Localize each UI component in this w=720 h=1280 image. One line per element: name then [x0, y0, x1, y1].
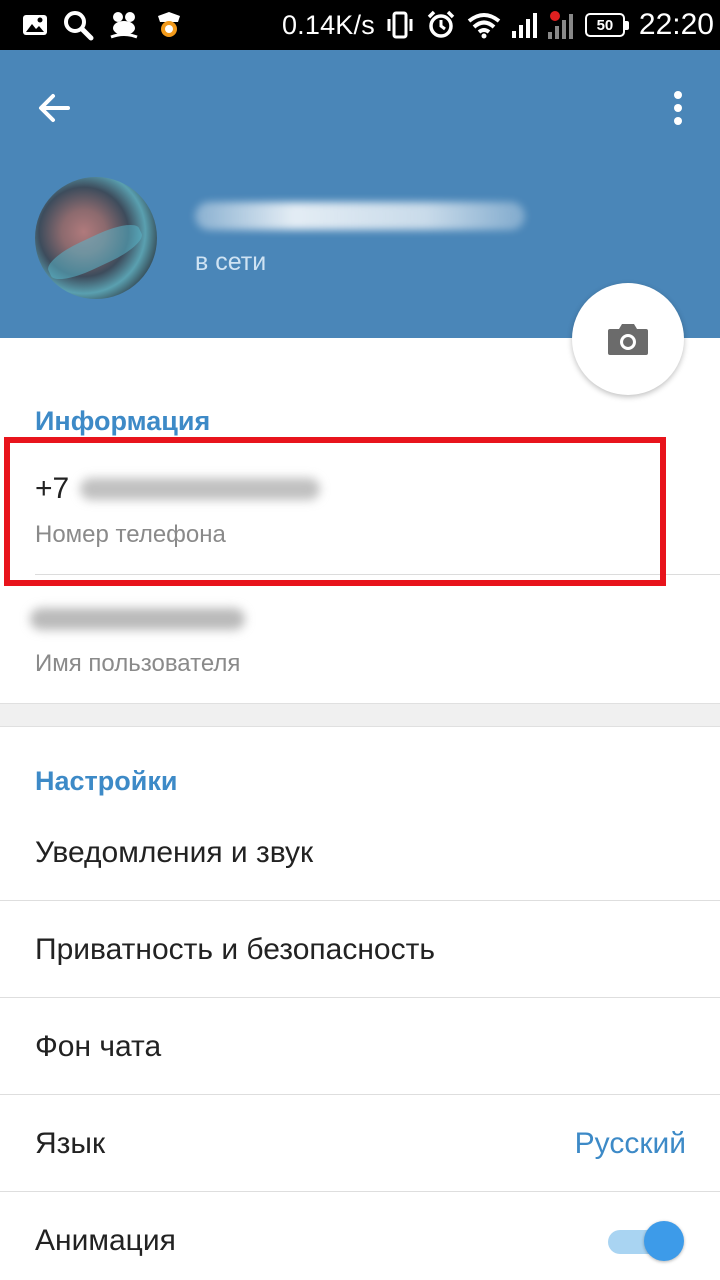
phone-number-label: Номер телефона	[35, 521, 226, 548]
animation-toggle[interactable]	[608, 1220, 684, 1261]
back-button[interactable]	[30, 84, 78, 132]
arrow-left-icon	[39, 94, 70, 122]
divider	[35, 574, 720, 575]
phone-number-redacted	[80, 478, 320, 500]
network-speed: 0.14K/s	[281, 9, 375, 40]
settings-item-label: Приватность и безопасность	[35, 932, 435, 966]
settings-section-title: Настройки	[35, 766, 178, 796]
info-section-title: Информация	[35, 406, 211, 436]
phone-number-value: +7	[35, 472, 70, 505]
settings-item-privacy[interactable]: Приватность и безопасность	[0, 901, 720, 998]
set-photo-button[interactable]	[572, 283, 684, 395]
more-options-button[interactable]	[666, 84, 690, 132]
settings-item-language[interactable]: Язык Русский	[0, 1095, 720, 1192]
vibrate-icon	[385, 10, 415, 40]
alarm-icon	[425, 9, 457, 41]
profile-name-redacted	[195, 202, 525, 230]
shield-app-icon	[154, 10, 184, 40]
username-label: Имя пользователя	[35, 650, 241, 677]
username-redacted	[30, 608, 245, 630]
search-icon	[62, 9, 94, 41]
rocking-horse-icon	[108, 10, 140, 40]
camera-icon	[608, 324, 648, 355]
settings-item-chat-background[interactable]: Фон чата	[0, 998, 720, 1095]
signal-icon	[511, 11, 537, 39]
wifi-icon	[467, 11, 501, 39]
image-icon	[22, 13, 48, 37]
status-bar: 0.14K/s 50 22:20	[0, 0, 720, 50]
settings-item-animation[interactable]: Анимация	[0, 1192, 720, 1280]
status-bar-system: 0.14K/s 50 22:20	[282, 8, 714, 42]
settings-item-label: Фон чата	[35, 1029, 162, 1063]
signal-2-icon	[547, 10, 575, 40]
settings-item-label: Уведомления и звук	[35, 835, 314, 869]
toggle-thumb	[644, 1220, 684, 1261]
battery-icon: 50	[584, 13, 629, 37]
more-vertical-icon	[674, 91, 682, 125]
settings-item-label: Язык	[35, 1126, 106, 1160]
section-separator	[0, 703, 720, 727]
highlight-box	[4, 437, 666, 586]
settings-item-notifications[interactable]: Уведомления и звук	[0, 804, 720, 901]
settings-item-label: Анимация	[35, 1223, 176, 1257]
language-value: Русский	[574, 1126, 686, 1160]
avatar[interactable]	[35, 177, 157, 299]
clock: 22:20	[638, 8, 714, 41]
online-status: в сети	[195, 248, 267, 276]
status-bar-notifications	[22, 8, 184, 42]
